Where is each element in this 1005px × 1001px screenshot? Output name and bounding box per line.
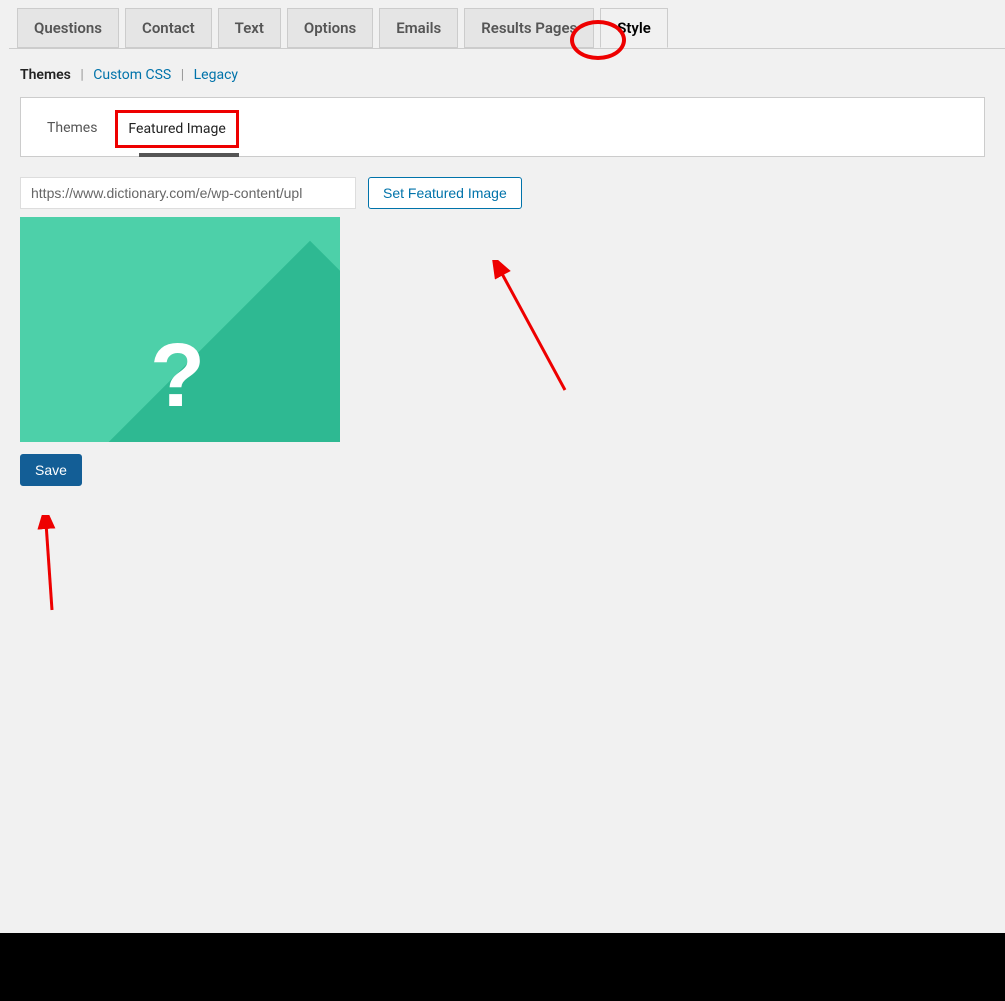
separator: |	[175, 67, 190, 83]
subtab-featured-image[interactable]: Featured Image	[115, 110, 238, 148]
question-mark-icon: ?	[150, 325, 205, 428]
tab-questions[interactable]: Questions	[17, 8, 119, 48]
content-area: Set Featured Image ? Save	[0, 157, 1005, 506]
subtabs: Themes Featured Image	[21, 98, 984, 156]
annotation-arrow-save	[34, 515, 64, 615]
subtabs-container: Themes Featured Image	[20, 97, 985, 157]
tab-contact[interactable]: Contact	[125, 8, 212, 48]
input-row: Set Featured Image	[20, 177, 985, 209]
separator: |	[74, 67, 89, 83]
footer	[0, 933, 1005, 1001]
tab-style[interactable]: Style	[600, 8, 668, 48]
tab-options[interactable]: Options	[287, 8, 373, 48]
tab-emails[interactable]: Emails	[379, 8, 458, 48]
sublink-legacy[interactable]: Legacy	[194, 67, 238, 83]
tab-text[interactable]: Text	[218, 8, 281, 48]
sublink-themes[interactable]: Themes	[20, 67, 71, 83]
set-featured-image-button[interactable]: Set Featured Image	[368, 177, 522, 209]
question-mark-shadow	[84, 241, 340, 442]
subtab-themes[interactable]: Themes	[41, 116, 103, 142]
sublinks: Themes | Custom CSS | Legacy	[0, 49, 1005, 97]
main-tabs: Questions Contact Text Options Emails Re…	[9, 0, 1005, 49]
tab-results-pages[interactable]: Results Pages	[464, 8, 594, 48]
save-button[interactable]: Save	[20, 454, 82, 486]
subtab-underline	[139, 153, 239, 157]
sublink-custom-css[interactable]: Custom CSS	[93, 67, 171, 83]
featured-image-url-input[interactable]	[20, 177, 356, 209]
